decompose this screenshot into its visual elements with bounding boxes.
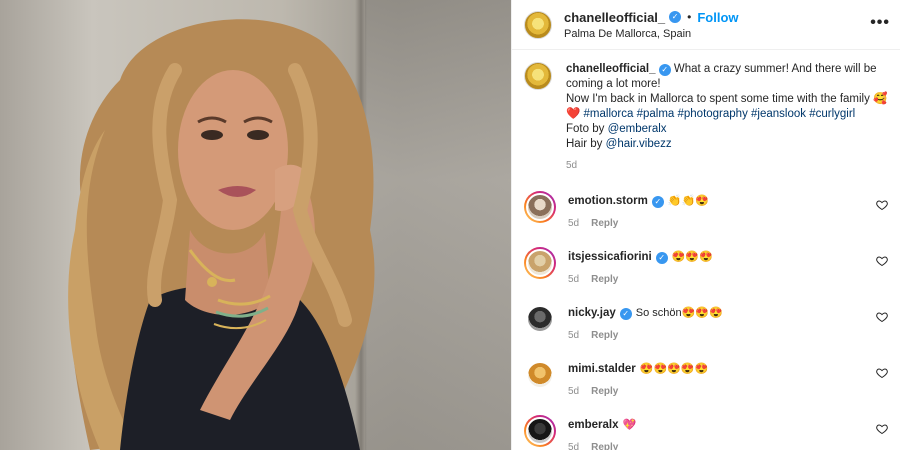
post-header: chanelleofficial_ ✓ • Follow Palma De Ma… bbox=[512, 0, 900, 50]
comments-scroll-area[interactable]: chanelleofficial_ ✓ What a crazy summer!… bbox=[512, 50, 900, 450]
header-text: chanelleofficial_ ✓ • Follow Palma De Ma… bbox=[564, 10, 739, 40]
verified-badge-icon: ✓ bbox=[651, 195, 664, 208]
comment-avatar[interactable] bbox=[524, 191, 556, 223]
comment-time[interactable]: 5d bbox=[568, 386, 579, 397]
heart-outline-icon[interactable] bbox=[876, 367, 888, 379]
caption-text-line2: Now I'm back in Mallorca to spent some t… bbox=[566, 93, 870, 105]
caption-body: chanelleofficial_ ✓ What a crazy summer!… bbox=[566, 62, 888, 173]
header-separator: • bbox=[687, 10, 692, 24]
comment-text: 😍😍😍😍😍 bbox=[639, 363, 709, 375]
comment-meta: 5d Reply bbox=[568, 274, 888, 285]
comment-time[interactable]: 5d bbox=[568, 218, 579, 229]
heart-emoji: ❤️ bbox=[566, 108, 581, 120]
comment-username[interactable]: emotion.storm bbox=[568, 194, 648, 209]
comment-item: emberalx 💖 5d Reply bbox=[524, 415, 888, 450]
reply-button[interactable]: Reply bbox=[591, 218, 618, 229]
portrait-illustration bbox=[68, 19, 375, 450]
post-photo[interactable] bbox=[0, 0, 511, 450]
verified-badge-icon: ✓ bbox=[619, 307, 632, 320]
comment-text: 💖 bbox=[622, 419, 637, 431]
comment-meta: 5d Reply bbox=[568, 218, 888, 229]
comment-item: mimi.stalder 😍😍😍😍😍 5d Reply bbox=[524, 359, 888, 397]
post-caption: chanelleofficial_ ✓ What a crazy summer!… bbox=[524, 62, 888, 173]
heart-outline-icon[interactable] bbox=[876, 199, 888, 211]
caption-hair-prefix: Hair by bbox=[566, 138, 603, 150]
comment-time[interactable]: 5d bbox=[568, 442, 579, 450]
comment-text: So schön😍😍😍 bbox=[635, 307, 723, 319]
comment-username[interactable]: itsjessicafiorini bbox=[568, 250, 652, 265]
caption-hashtags[interactable]: #mallorca #palma #photography #jeanslook… bbox=[584, 108, 856, 120]
reply-button[interactable]: Reply bbox=[591, 386, 618, 397]
author-username[interactable]: chanelleofficial_ bbox=[564, 10, 665, 25]
comment-line: emotion.storm ✓ 👏👏😍 bbox=[568, 191, 888, 209]
comment-avatar[interactable] bbox=[524, 247, 556, 279]
reply-button[interactable]: Reply bbox=[591, 274, 618, 285]
header-line: chanelleofficial_ ✓ • Follow bbox=[564, 10, 739, 25]
comment-meta: 5d Reply bbox=[568, 442, 888, 450]
heart-outline-icon[interactable] bbox=[876, 255, 888, 267]
comment-main: mimi.stalder 😍😍😍😍😍 5d Reply bbox=[568, 359, 888, 397]
comment-time[interactable]: 5d bbox=[568, 330, 579, 341]
reply-button[interactable]: Reply bbox=[591, 442, 618, 450]
caption-author-avatar[interactable] bbox=[524, 62, 552, 90]
comment-meta: 5d Reply bbox=[568, 386, 888, 397]
reply-button[interactable]: Reply bbox=[591, 330, 618, 341]
comment-avatar[interactable] bbox=[524, 303, 556, 335]
caption-timestamp[interactable]: 5d bbox=[566, 158, 888, 173]
comment-text: 👏👏😍 bbox=[667, 195, 709, 207]
comment-main: itsjessicafiorini ✓ 😍😍😍 5d Reply bbox=[568, 247, 888, 285]
more-options-icon[interactable]: ••• bbox=[870, 14, 890, 32]
comment-line: emberalx 💖 bbox=[568, 415, 888, 433]
comment-text: 😍😍😍 bbox=[671, 251, 713, 263]
follow-button[interactable]: Follow bbox=[697, 10, 738, 25]
comment-item: itsjessicafiorini ✓ 😍😍😍 5d Reply bbox=[524, 247, 888, 285]
verified-badge-icon: ✓ bbox=[658, 64, 671, 76]
comment-avatar[interactable] bbox=[524, 359, 556, 391]
comment-item: nicky.jay ✓ So schön😍😍😍 5d Reply bbox=[524, 303, 888, 341]
verified-badge-icon: ✓ bbox=[669, 11, 682, 23]
comment-line: nicky.jay ✓ So schön😍😍😍 bbox=[568, 303, 888, 321]
comment-time[interactable]: 5d bbox=[568, 274, 579, 285]
comment-line: itsjessicafiorini ✓ 😍😍😍 bbox=[568, 247, 888, 265]
comment-meta: 5d Reply bbox=[568, 330, 888, 341]
caption-emoji: 🥰 bbox=[873, 93, 888, 105]
comment-avatar[interactable] bbox=[524, 415, 556, 447]
comment-username[interactable]: emberalx bbox=[568, 418, 619, 433]
comment-username[interactable]: mimi.stalder bbox=[568, 362, 636, 377]
heart-outline-icon[interactable] bbox=[876, 311, 888, 323]
post-side-panel: chanelleofficial_ ✓ • Follow Palma De Ma… bbox=[511, 0, 900, 450]
comment-main: emberalx 💖 5d Reply bbox=[568, 415, 888, 450]
comment-main: emotion.storm ✓ 👏👏😍 5d Reply bbox=[568, 191, 888, 229]
heart-outline-icon[interactable] bbox=[876, 423, 888, 435]
instagram-post: chanelleofficial_ ✓ • Follow Palma De Ma… bbox=[0, 0, 900, 450]
caption-username[interactable]: chanelleofficial_ bbox=[566, 63, 655, 75]
caption-foto-prefix: Foto by bbox=[566, 123, 605, 135]
comment-item: emotion.storm ✓ 👏👏😍 5d Reply bbox=[524, 191, 888, 229]
post-location[interactable]: Palma De Mallorca, Spain bbox=[564, 28, 739, 40]
caption-hair-handle[interactable]: @hair.vibezz bbox=[606, 138, 672, 150]
verified-badge-icon: ✓ bbox=[655, 251, 668, 264]
caption-foto-handle[interactable]: @emberalx bbox=[608, 123, 667, 135]
author-avatar[interactable] bbox=[524, 10, 552, 39]
comment-main: nicky.jay ✓ So schön😍😍😍 5d Reply bbox=[568, 303, 888, 341]
comment-username[interactable]: nicky.jay bbox=[568, 306, 616, 321]
comment-line: mimi.stalder 😍😍😍😍😍 bbox=[568, 359, 888, 377]
